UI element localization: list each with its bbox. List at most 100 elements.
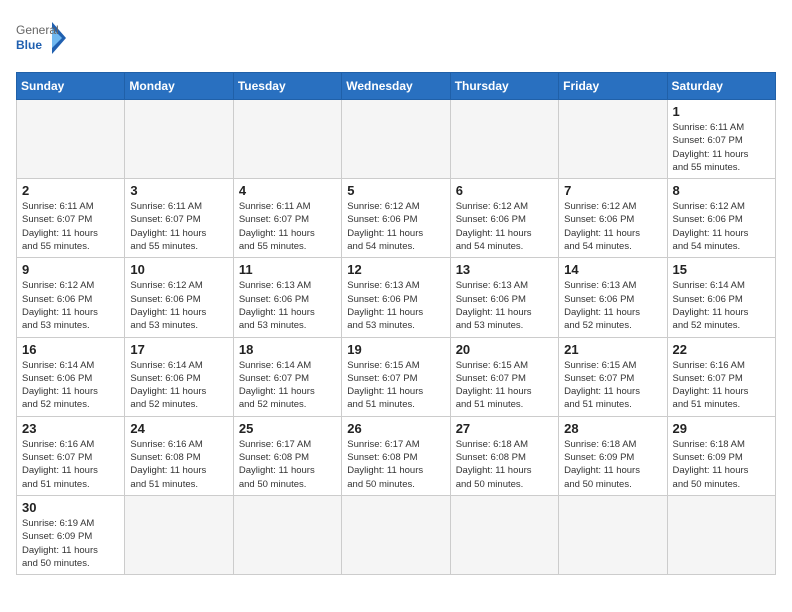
weekday-header-saturday: Saturday [667,73,775,100]
calendar-day-cell: 30 Sunrise: 6:19 AM Sunset: 6:09 PM Dayli… [17,495,125,574]
day-info: Sunrise: 6:19 AM Sunset: 6:09 PM Dayligh… [22,517,120,570]
calendar-day-cell: 13 Sunrise: 6:13 AM Sunset: 6:06 PM Dayli… [450,258,558,337]
calendar-day-cell: 8Sunrise: 6:12 AM Sunset: 6:06 PM Daylig… [667,179,775,258]
day-number: 12 [347,262,445,277]
calendar-day-cell [342,100,450,179]
calendar-day-cell: 2 Sunrise: 6:11 AM Sunset: 6:07 PM Daylig… [17,179,125,258]
day-number: 1 [673,104,771,119]
day-number: 22 [673,342,771,357]
calendar-day-cell: 9Sunrise: 6:12 AM Sunset: 6:06 PM Daylig… [17,258,125,337]
calendar-day-cell: 15Sunrise: 6:14 AM Sunset: 6:06 PM Dayli… [667,258,775,337]
calendar-day-cell [17,100,125,179]
day-number: 25 [239,421,337,436]
logo-svg: General Blue [16,16,66,60]
day-info: Sunrise: 6:12 AM Sunset: 6:06 PM Dayligh… [347,200,445,253]
day-number: 15 [673,262,771,277]
day-info: Sunrise: 6:11 AM Sunset: 6:07 PM Dayligh… [130,200,228,253]
calendar-day-cell [450,495,558,574]
day-info: Sunrise: 6:17 AM Sunset: 6:08 PM Dayligh… [347,438,445,491]
calendar-day-cell: 18 Sunrise: 6:14 AM Sunset: 6:07 PM Dayli… [233,337,341,416]
weekday-header-sunday: Sunday [17,73,125,100]
day-info: Sunrise: 6:16 AM Sunset: 6:07 PM Dayligh… [673,359,771,412]
weekday-header-tuesday: Tuesday [233,73,341,100]
calendar-day-cell [450,100,558,179]
day-number: 4 [239,183,337,198]
day-number: 28 [564,421,662,436]
day-number: 16 [22,342,120,357]
calendar-day-cell [125,495,233,574]
calendar-day-cell: 10 Sunrise: 6:12 AM Sunset: 6:06 PM Dayli… [125,258,233,337]
day-number: 23 [22,421,120,436]
calendar-day-cell: 21Sunrise: 6:15 AM Sunset: 6:07 PM Dayli… [559,337,667,416]
calendar-day-cell [125,100,233,179]
day-info: Sunrise: 6:15 AM Sunset: 6:07 PM Dayligh… [347,359,445,412]
calendar-day-cell: 4 Sunrise: 6:11 AM Sunset: 6:07 PM Daylig… [233,179,341,258]
weekday-header-wednesday: Wednesday [342,73,450,100]
calendar-day-cell: 12 Sunrise: 6:13 AM Sunset: 6:06 PM Dayli… [342,258,450,337]
calendar-day-cell: 17Sunrise: 6:14 AM Sunset: 6:06 PM Dayli… [125,337,233,416]
day-info: Sunrise: 6:13 AM Sunset: 6:06 PM Dayligh… [564,279,662,332]
calendar-day-cell: 28Sunrise: 6:18 AM Sunset: 6:09 PM Dayli… [559,416,667,495]
day-number: 30 [22,500,120,515]
svg-text:General: General [16,23,59,37]
day-number: 3 [130,183,228,198]
day-number: 9 [22,262,120,277]
calendar-day-cell: 14 Sunrise: 6:13 AM Sunset: 6:06 PM Dayli… [559,258,667,337]
day-number: 24 [130,421,228,436]
day-info: Sunrise: 6:17 AM Sunset: 6:08 PM Dayligh… [239,438,337,491]
calendar-day-cell: 25 Sunrise: 6:17 AM Sunset: 6:08 PM Dayli… [233,416,341,495]
day-info: Sunrise: 6:12 AM Sunset: 6:06 PM Dayligh… [564,200,662,253]
day-number: 2 [22,183,120,198]
day-number: 14 [564,262,662,277]
calendar-table: SundayMondayTuesdayWednesdayThursdayFrid… [16,72,776,575]
calendar-day-cell [559,100,667,179]
calendar-day-cell: 3 Sunrise: 6:11 AM Sunset: 6:07 PM Daylig… [125,179,233,258]
calendar-day-cell [233,495,341,574]
day-info: Sunrise: 6:15 AM Sunset: 6:07 PM Dayligh… [456,359,554,412]
calendar-day-cell [342,495,450,574]
day-number: 18 [239,342,337,357]
day-number: 10 [130,262,228,277]
weekday-header-thursday: Thursday [450,73,558,100]
calendar-day-cell: 27 Sunrise: 6:18 AM Sunset: 6:08 PM Dayli… [450,416,558,495]
weekday-header-monday: Monday [125,73,233,100]
calendar-day-cell: 19 Sunrise: 6:15 AM Sunset: 6:07 PM Dayli… [342,337,450,416]
day-number: 20 [456,342,554,357]
day-info: Sunrise: 6:11 AM Sunset: 6:07 PM Dayligh… [239,200,337,253]
day-number: 6 [456,183,554,198]
day-info: Sunrise: 6:13 AM Sunset: 6:06 PM Dayligh… [239,279,337,332]
day-info: Sunrise: 6:18 AM Sunset: 6:08 PM Dayligh… [456,438,554,491]
calendar-day-cell: 1Sunrise: 6:11 AM Sunset: 6:07 PM Daylig… [667,100,775,179]
calendar-day-cell: 26 Sunrise: 6:17 AM Sunset: 6:08 PM Dayli… [342,416,450,495]
day-number: 27 [456,421,554,436]
calendar-day-cell: 5 Sunrise: 6:12 AM Sunset: 6:06 PM Daylig… [342,179,450,258]
day-number: 19 [347,342,445,357]
day-number: 5 [347,183,445,198]
calendar-day-cell [667,495,775,574]
calendar-day-cell: 20 Sunrise: 6:15 AM Sunset: 6:07 PM Dayli… [450,337,558,416]
day-info: Sunrise: 6:16 AM Sunset: 6:07 PM Dayligh… [22,438,120,491]
day-info: Sunrise: 6:11 AM Sunset: 6:07 PM Dayligh… [22,200,120,253]
day-info: Sunrise: 6:12 AM Sunset: 6:06 PM Dayligh… [673,200,771,253]
day-info: Sunrise: 6:13 AM Sunset: 6:06 PM Dayligh… [456,279,554,332]
page-header: General Blue [16,16,776,60]
day-info: Sunrise: 6:12 AM Sunset: 6:06 PM Dayligh… [456,200,554,253]
logo: General Blue [16,16,66,60]
day-number: 7 [564,183,662,198]
calendar-week-row: 1Sunrise: 6:11 AM Sunset: 6:07 PM Daylig… [17,100,776,179]
day-info: Sunrise: 6:14 AM Sunset: 6:06 PM Dayligh… [22,359,120,412]
calendar-week-row: 2 Sunrise: 6:11 AM Sunset: 6:07 PM Daylig… [17,179,776,258]
calendar-day-cell: 16 Sunrise: 6:14 AM Sunset: 6:06 PM Dayli… [17,337,125,416]
weekday-header-row: SundayMondayTuesdayWednesdayThursdayFrid… [17,73,776,100]
svg-text:Blue: Blue [16,38,42,52]
calendar-week-row: 30 Sunrise: 6:19 AM Sunset: 6:09 PM Dayli… [17,495,776,574]
day-info: Sunrise: 6:12 AM Sunset: 6:06 PM Dayligh… [130,279,228,332]
day-number: 13 [456,262,554,277]
day-info: Sunrise: 6:18 AM Sunset: 6:09 PM Dayligh… [673,438,771,491]
calendar-day-cell: 6 Sunrise: 6:12 AM Sunset: 6:06 PM Daylig… [450,179,558,258]
day-number: 29 [673,421,771,436]
day-info: Sunrise: 6:13 AM Sunset: 6:06 PM Dayligh… [347,279,445,332]
day-info: Sunrise: 6:14 AM Sunset: 6:07 PM Dayligh… [239,359,337,412]
day-number: 26 [347,421,445,436]
calendar-day-cell: 24Sunrise: 6:16 AM Sunset: 6:08 PM Dayli… [125,416,233,495]
